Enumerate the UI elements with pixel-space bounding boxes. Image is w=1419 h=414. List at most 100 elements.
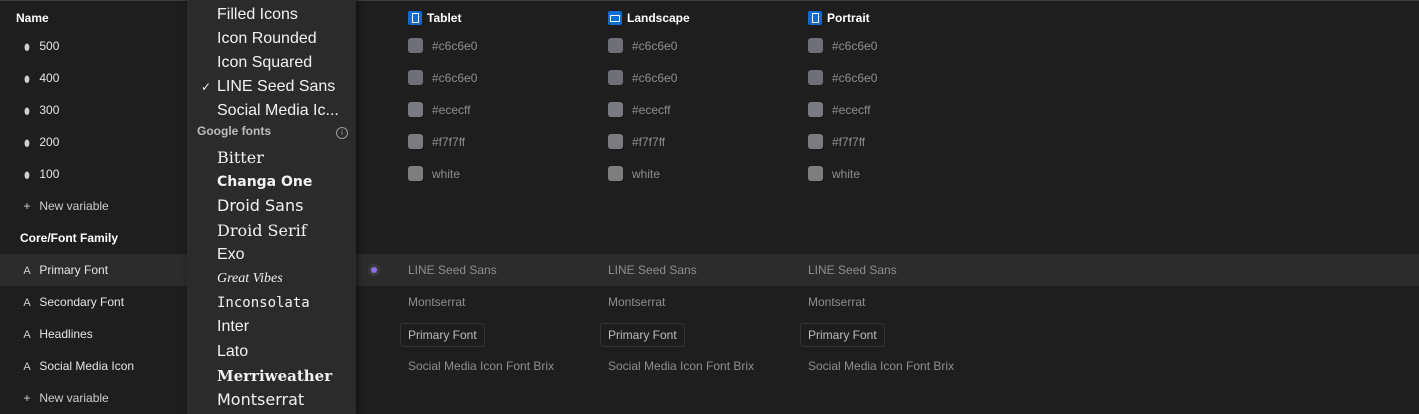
color-value: white <box>832 167 861 181</box>
drop-icon: ⬮ <box>24 170 30 180</box>
variable-name[interactable]: ⬮ 300 <box>20 94 59 126</box>
font-value-cell[interactable]: LINE Seed Sans <box>808 254 897 286</box>
font-value-cell[interactable]: Primary Font <box>800 318 885 350</box>
variable-name[interactable]: A Primary Font <box>20 254 108 286</box>
variable-name[interactable]: ⬮ 400 <box>20 62 59 94</box>
google-font-item[interactable]: Merriweather <box>217 364 332 388</box>
google-font-item[interactable]: Droid Serif <box>217 219 307 243</box>
google-font-item[interactable]: Changa One <box>217 170 312 194</box>
color-value-cell[interactable]: white <box>808 158 860 190</box>
color-swatch[interactable] <box>608 166 623 182</box>
color-swatch[interactable] <box>608 134 623 150</box>
tablet-icon <box>408 10 422 25</box>
color-value-cell[interactable]: #f7f7ff <box>408 126 465 158</box>
landscape-icon <box>608 10 622 25</box>
color-swatch[interactable] <box>608 102 623 118</box>
menu-item[interactable]: LINE Seed Sans <box>217 75 335 99</box>
google-font-item[interactable]: Inconsolata <box>217 291 310 315</box>
google-font-item[interactable]: Lato <box>217 340 248 364</box>
font-value: Social Media Icon Font Brix <box>608 359 755 373</box>
font-value-cell[interactable]: Primary Font <box>400 318 485 350</box>
check-icon: ✓ <box>201 80 212 94</box>
color-value-cell[interactable]: #ececff <box>808 94 870 126</box>
color-value: #f7f7ff <box>832 135 866 149</box>
drop-icon: ⬮ <box>24 138 30 148</box>
variable-name-label: 500 <box>39 39 60 53</box>
font-value-cell[interactable]: Social Media Icon Font Brix <box>608 350 754 382</box>
variable-name[interactable]: ⬮ 200 <box>20 126 59 158</box>
color-swatch[interactable] <box>608 70 623 86</box>
google-font-item[interactable]: Great Vibes <box>217 267 283 291</box>
variable-name[interactable]: ⬮ 500 <box>20 30 59 62</box>
alias-chip[interactable]: Primary Font <box>400 323 485 347</box>
color-value-cell[interactable]: #c6c6e0 <box>808 62 877 94</box>
color-value-cell[interactable]: #c6c6e0 <box>408 62 477 94</box>
font-icon: A <box>23 361 31 373</box>
color-value-cell[interactable]: white <box>408 158 460 190</box>
google-font-item[interactable]: Exo <box>217 243 245 267</box>
color-value: #f7f7ff <box>432 135 466 149</box>
plus-icon: + <box>23 391 31 405</box>
font-family-dropdown[interactable]: Filled Icons Icon Rounded Icon Squared ✓ LIN… <box>187 0 356 414</box>
color-swatch[interactable] <box>608 38 623 54</box>
font-value: LINE Seed Sans <box>808 263 897 277</box>
color-value-cell[interactable]: #c6c6e0 <box>608 30 677 62</box>
color-swatch[interactable] <box>408 134 423 150</box>
color-swatch[interactable] <box>808 166 823 182</box>
selected-radio-indicator[interactable] <box>368 264 380 276</box>
variable-name[interactable]: A Headlines <box>20 318 92 350</box>
menu-item[interactable]: Social Media Ic... <box>217 99 339 123</box>
color-value-cell[interactable]: #ececff <box>608 94 670 126</box>
font-value-cell[interactable]: Montserrat <box>608 286 665 318</box>
font-value-cell[interactable]: Montserrat <box>408 286 465 318</box>
color-value-cell[interactable]: #c6c6e0 <box>408 30 477 62</box>
color-value: #f7f7ff <box>632 135 666 149</box>
color-swatch[interactable] <box>408 38 423 54</box>
font-value: LINE Seed Sans <box>608 263 697 277</box>
alias-chip[interactable]: Primary Font <box>800 323 885 347</box>
group-label: Core/Font Family <box>20 231 119 245</box>
color-value-cell[interactable]: white <box>608 158 660 190</box>
color-swatch[interactable] <box>808 38 823 54</box>
font-value-cell[interactable]: Primary Font <box>600 318 685 350</box>
color-swatch[interactable] <box>808 134 823 150</box>
color-swatch[interactable] <box>408 70 423 86</box>
color-value-cell[interactable]: #c6c6e0 <box>608 62 677 94</box>
drop-icon: ⬮ <box>24 106 30 116</box>
font-icon: A <box>23 329 31 341</box>
google-font-item[interactable]: Bitter <box>217 146 264 170</box>
menu-item[interactable]: Icon Rounded <box>217 27 317 51</box>
font-value-cell[interactable]: Social Media Icon Font Brix <box>808 350 954 382</box>
alias-chip[interactable]: Primary Font <box>600 323 685 347</box>
color-swatch[interactable] <box>808 70 823 86</box>
plus-icon: + <box>23 199 31 213</box>
variable-name[interactable]: ⬮ 100 <box>20 158 59 190</box>
font-value-cell[interactable]: LINE Seed Sans <box>608 254 697 286</box>
google-font-item[interactable]: Droid Sans <box>217 194 303 218</box>
color-value: #ececff <box>832 103 871 117</box>
info-icon[interactable]: i <box>336 127 348 139</box>
font-value-cell[interactable]: Montserrat <box>808 286 865 318</box>
color-value: #c6c6e0 <box>432 71 478 85</box>
menu-item[interactable]: Filled Icons <box>217 3 298 27</box>
new-variable-label-2: New variable <box>39 391 109 405</box>
color-swatch[interactable] <box>408 166 423 182</box>
font-value-cell[interactable]: LINE Seed Sans <box>408 254 497 286</box>
variable-name[interactable]: A Social Media Icon <box>20 350 134 382</box>
color-value-cell[interactable]: #f7f7ff <box>608 126 665 158</box>
color-value-cell[interactable]: #c6c6e0 <box>808 30 877 62</box>
color-swatch[interactable] <box>408 102 423 118</box>
variable-name[interactable]: A Secondary Font <box>20 286 124 318</box>
color-swatch[interactable] <box>808 102 823 118</box>
google-font-item[interactable]: Montserrat <box>217 388 304 412</box>
color-value-cell[interactable]: #ececff <box>408 94 470 126</box>
google-fonts-section-label: Google fonts <box>197 124 271 138</box>
drop-icon: ⬮ <box>24 42 30 52</box>
font-value-cell[interactable]: Social Media Icon Font Brix <box>408 350 554 382</box>
color-value-cell[interactable]: #f7f7ff <box>808 126 865 158</box>
variable-name-label: Social Media Icon <box>39 359 135 373</box>
google-font-item[interactable]: Inter <box>217 315 249 339</box>
menu-item[interactable]: Icon Squared <box>217 51 312 75</box>
color-value: #ececff <box>632 103 671 117</box>
font-value: Montserrat <box>608 295 666 309</box>
